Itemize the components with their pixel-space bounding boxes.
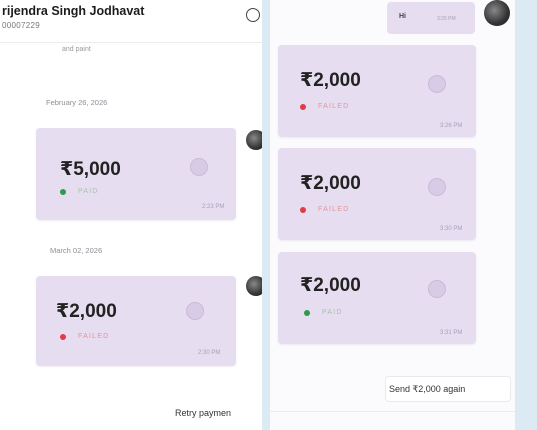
payment-logo-icon — [428, 178, 446, 196]
payment-logo-icon — [186, 302, 204, 320]
status-dot-failed — [300, 104, 306, 110]
status-dot-failed — [60, 334, 66, 340]
avatar — [484, 0, 510, 26]
send-again-button[interactable]: Send ₹2,000 again — [385, 376, 511, 402]
message-time: 3:25 PM — [437, 16, 456, 22]
payment-card[interactable]: ₹2,000 FAILED 3:26 PM — [278, 45, 476, 137]
chat-header: rijendra Singh Jodhavat 00007229 — [0, 0, 262, 43]
status-dot-failed — [300, 207, 306, 213]
payment-amount: ₹2,000 — [300, 275, 361, 296]
payment-amount: ₹2,000 — [300, 70, 361, 91]
payment-status: PAID — [322, 309, 343, 316]
right-chat-panel: Hi 3:25 PM ₹2,000 FAILED 3:26 PM ₹2,000 … — [270, 0, 515, 430]
payment-amount: ₹2,000 — [300, 173, 361, 194]
payment-card[interactable]: ₹2,000 FAILED 2:30 PM — [36, 276, 236, 366]
payment-time: 2:23 PM — [202, 204, 225, 210]
payment-time: 2:30 PM — [198, 350, 221, 356]
payment-status: FAILED — [318, 206, 350, 213]
payment-status: FAILED — [78, 333, 110, 340]
payment-time: 3:26 PM — [440, 123, 463, 129]
payment-amount: ₹2,000 — [56, 301, 117, 322]
payment-logo-icon — [428, 75, 446, 93]
message-bubble: Hi 3:25 PM — [387, 2, 475, 34]
payment-amount: ₹5,000 — [60, 159, 121, 180]
contact-name[interactable]: rijendra Singh Jodhavat — [2, 4, 144, 18]
left-chat-panel: rijendra Singh Jodhavat 00007229 and pai… — [0, 0, 262, 430]
payment-status: PAID — [78, 188, 99, 195]
send-again-label: Send ₹2,000 again — [389, 384, 466, 394]
avatar — [246, 130, 262, 150]
payment-logo-icon — [190, 158, 208, 176]
payment-card[interactable]: ₹5,000 PAID 2:23 PM — [36, 128, 236, 220]
message-text: Hi — [399, 13, 406, 20]
date-separator: February 26, 2026 — [46, 98, 108, 107]
date-separator: March 02, 2026 — [50, 246, 103, 255]
status-dot-paid — [304, 310, 310, 316]
payment-card[interactable]: ₹2,000 PAID 3:31 PM — [278, 252, 476, 344]
payment-card[interactable]: ₹2,000 FAILED 3:30 PM — [278, 148, 476, 240]
payment-logo-icon — [428, 280, 446, 298]
status-dot-paid — [60, 189, 66, 195]
divider — [270, 411, 515, 412]
payment-status: FAILED — [318, 103, 350, 110]
contact-phone: 00007229 — [2, 21, 40, 30]
retry-payment-button[interactable]: Retry paymen — [175, 408, 231, 418]
truncated-message: and paint — [62, 46, 91, 53]
info-icon[interactable] — [246, 8, 260, 22]
payment-time: 3:31 PM — [440, 330, 463, 336]
avatar — [246, 276, 262, 296]
payment-time: 3:30 PM — [440, 226, 463, 232]
